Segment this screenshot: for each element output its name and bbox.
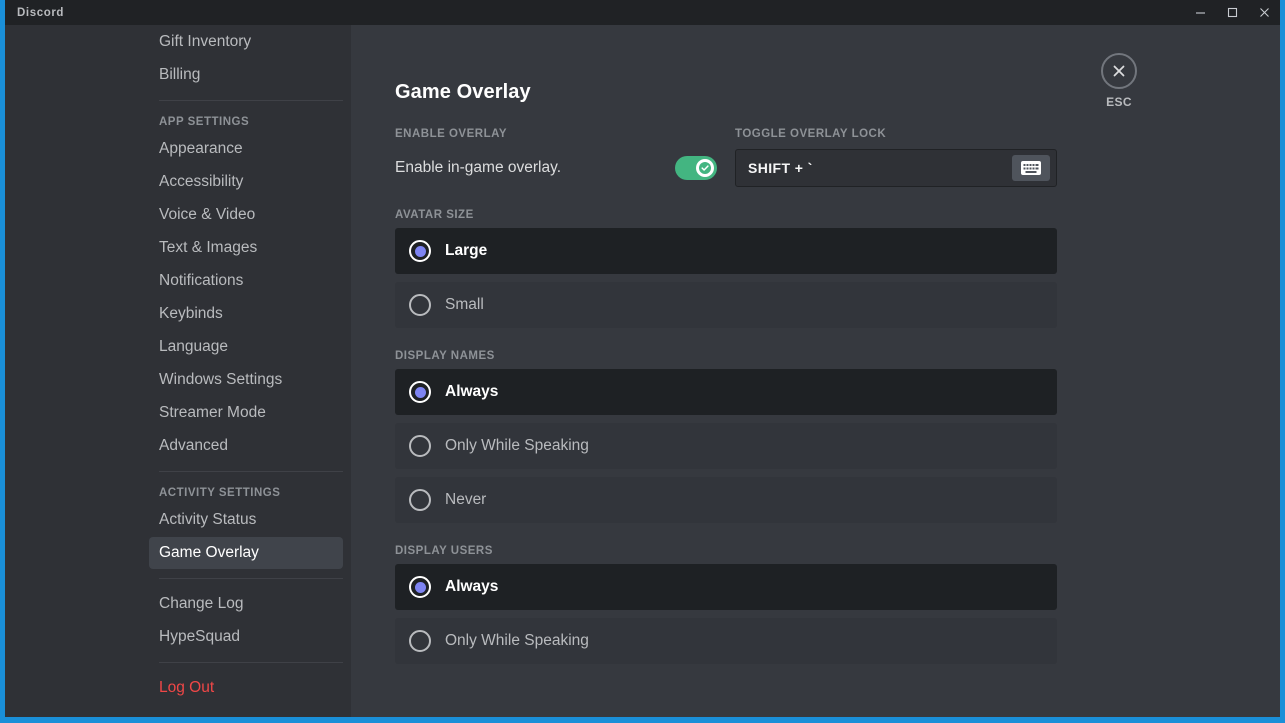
sidebar-item-streamer-mode[interactable]: Streamer Mode — [149, 397, 343, 429]
radio-label: Never — [445, 491, 487, 508]
sidebar-item-language[interactable]: Language — [149, 331, 343, 363]
minimize-button[interactable] — [1184, 0, 1216, 25]
close-icon — [1113, 65, 1125, 77]
sidebar-item-voice-video[interactable]: Voice & Video — [149, 199, 343, 231]
sidebar-item-gift-inventory[interactable]: Gift Inventory — [149, 26, 343, 58]
radio-icon — [409, 294, 431, 316]
sidebar-item-appearance[interactable]: Appearance — [149, 133, 343, 165]
sidebar-list: Gift Inventory Billing App Settings Appeara… — [5, 26, 351, 704]
radio-label: Small — [445, 296, 484, 313]
radio-option-display-names-only-while-speaking[interactable]: Only While Speaking — [395, 423, 1057, 469]
radio-icon — [409, 240, 431, 262]
radio-label: Only While Speaking — [445, 632, 589, 649]
sidebar-item-log-out[interactable]: Log Out — [149, 672, 343, 704]
sidebar-item-windows-settings[interactable]: Windows Settings — [149, 364, 343, 396]
sidebar-item-activity-status[interactable]: Activity Status — [149, 504, 343, 536]
toggle-knob — [696, 159, 714, 177]
toggle-overlay-lock-section: Toggle Overlay Lock SHIFT + ` — [735, 128, 1057, 187]
radio-icon — [409, 576, 431, 598]
settings-content: Game Overlay Enable Overlay Enable in-ga… — [351, 25, 1280, 717]
radio-groups: Avatar Size Large Small Display Names Always… — [395, 209, 1280, 664]
sidebar-item-keybinds[interactable]: Keybinds — [149, 298, 343, 330]
group-display-users: Display Users Always Only While Speaking — [395, 545, 1280, 664]
check-icon — [699, 162, 711, 174]
sidebar-header: App Settings — [159, 116, 250, 128]
sidebar-item-billing[interactable]: Billing — [149, 59, 343, 91]
sidebar-divider — [159, 100, 343, 101]
radio-dot — [414, 386, 426, 398]
enable-overlay-toggle[interactable] — [675, 156, 717, 180]
radio-icon — [409, 630, 431, 652]
sidebar-divider — [159, 662, 343, 663]
window-title: Discord — [17, 6, 65, 19]
group-label-display-users: Display Users — [395, 545, 493, 557]
enable-overlay-section: Enable Overlay Enable in-game overlay. — [395, 128, 735, 187]
radio-icon — [409, 381, 431, 403]
sidebar-item-accessibility[interactable]: Accessibility — [149, 166, 343, 198]
group-avatar-size: Avatar Size Large Small — [395, 209, 1280, 328]
radio-option-display-names-never[interactable]: Never — [395, 477, 1057, 523]
sidebar-item-game-overlay[interactable]: Game Overlay — [149, 537, 343, 569]
sidebar-divider — [159, 578, 343, 579]
window-controls — [1184, 0, 1280, 25]
radio-label: Only While Speaking — [445, 437, 589, 454]
group-display-names: Display Names Always Only While Speaking Ne… — [395, 350, 1280, 523]
keybind-value: SHIFT + ` — [748, 160, 813, 176]
radio-icon — [409, 435, 431, 457]
titlebar: Discord — [5, 0, 1280, 25]
radio-label: Always — [445, 578, 499, 595]
keybind-input[interactable]: SHIFT + ` — [735, 149, 1057, 187]
sidebar-divider — [159, 471, 343, 472]
keyboard-icon-button[interactable] — [1012, 155, 1050, 181]
enable-overlay-text: Enable in-game overlay. — [395, 159, 561, 176]
radio-label: Always — [445, 383, 499, 400]
sidebar-item-text-images[interactable]: Text & Images — [149, 232, 343, 264]
close-settings-button[interactable]: ESC — [1089, 53, 1149, 109]
enable-overlay-label: Enable Overlay — [395, 128, 508, 140]
radio-dot — [414, 581, 426, 593]
radio-label: Large — [445, 242, 488, 259]
esc-label: ESC — [1106, 95, 1132, 109]
sidebar-header: Activity Settings — [159, 487, 281, 499]
enable-overlay-row[interactable]: Enable in-game overlay. — [395, 149, 717, 187]
esc-circle — [1101, 53, 1137, 89]
close-button[interactable] — [1248, 0, 1280, 25]
radio-option-display-users-only-while-speaking[interactable]: Only While Speaking — [395, 618, 1057, 664]
settings-sidebar[interactable]: Gift Inventory Billing App Settings Appeara… — [5, 25, 351, 717]
overlay-top-row: Enable Overlay Enable in-game overlay. — [395, 128, 1280, 187]
radio-option-avatar-size-small[interactable]: Small — [395, 282, 1057, 328]
sidebar-item-advanced[interactable]: Advanced — [149, 430, 343, 462]
toggle-overlay-lock-label: Toggle Overlay Lock — [735, 128, 887, 140]
sidebar-item-change-log[interactable]: Change Log — [149, 588, 343, 620]
sidebar-item-hypesquad[interactable]: HypeSquad — [149, 621, 343, 653]
keyboard-icon — [1021, 161, 1041, 175]
sidebar-item-notifications[interactable]: Notifications — [149, 265, 343, 297]
radio-option-avatar-size-large[interactable]: Large — [395, 228, 1057, 274]
radio-dot — [414, 245, 426, 257]
radio-option-display-users-always[interactable]: Always — [395, 564, 1057, 610]
discord-window: Discord Gift Inventory Billing App Setting… — [0, 0, 1285, 723]
group-label-display-names: Display Names — [395, 350, 495, 362]
group-label-avatar-size: Avatar Size — [395, 209, 474, 221]
maximize-button[interactable] — [1216, 0, 1248, 25]
radio-icon — [409, 489, 431, 511]
radio-option-display-names-always[interactable]: Always — [395, 369, 1057, 415]
